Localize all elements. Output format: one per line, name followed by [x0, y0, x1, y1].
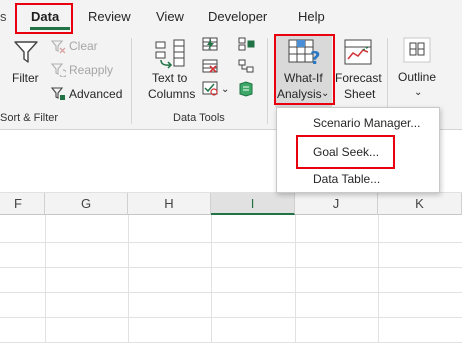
menu-item-data-table[interactable]: Data Table...	[313, 172, 380, 187]
column-header-j[interactable]: J	[295, 193, 378, 215]
column-header-i[interactable]: I	[211, 193, 295, 215]
forecast-sheet-line2[interactable]: Sheet	[344, 87, 375, 102]
filter-icon	[14, 41, 38, 63]
reapply-icon	[50, 63, 66, 77]
column-header-h[interactable]: H	[128, 193, 211, 215]
filter-button[interactable]: Filter	[12, 71, 39, 86]
menu-item-scenario-manager[interactable]: Scenario Manager...	[313, 116, 420, 131]
highlight-what-if-button	[274, 34, 335, 105]
forecast-sheet-line1[interactable]: Forecast	[335, 71, 382, 86]
sort-filter-group-label: Sort & Filter	[0, 112, 59, 124]
group-separator	[131, 38, 132, 124]
reapply-button[interactable]: Reapply	[69, 63, 113, 78]
outline-button[interactable]: Outline	[398, 70, 436, 85]
grid-row-line	[0, 317, 462, 318]
column-header-k[interactable]: K	[378, 193, 462, 215]
tab-view[interactable]: View	[156, 8, 184, 25]
group-separator	[267, 38, 268, 124]
flash-fill-icon	[202, 37, 218, 51]
grid-column-line	[128, 215, 129, 343]
grid-row-line	[0, 242, 462, 243]
text-to-columns-line1[interactable]: Text to	[152, 71, 187, 86]
consolidate-icon	[238, 37, 255, 51]
data-validation-caret[interactable]: ⌄	[221, 82, 229, 97]
grid-column-line	[45, 215, 46, 343]
tab-developer[interactable]: Developer	[208, 8, 267, 25]
forecast-sheet-icon	[344, 39, 372, 65]
advanced-filter-icon	[50, 87, 65, 100]
tab-help[interactable]: Help	[298, 8, 325, 25]
text-to-columns-line2[interactable]: Columns	[148, 87, 195, 102]
grid-column-line	[211, 215, 212, 343]
manage-data-model-icon	[239, 81, 253, 97]
grid-row-line	[0, 267, 462, 268]
column-header-g[interactable]: G	[45, 193, 128, 215]
outline-icon	[403, 37, 431, 63]
grid-column-line	[295, 215, 296, 343]
advanced-button[interactable]: Advanced	[69, 87, 122, 102]
clear-filter-icon	[50, 40, 66, 54]
tab-review[interactable]: Review	[88, 8, 131, 25]
column-header-row: F G H I J K	[0, 193, 462, 215]
grid-column-line	[378, 215, 379, 343]
data-validation-icon	[202, 81, 218, 96]
highlight-data-tab	[15, 3, 73, 34]
remove-duplicates-icon	[202, 59, 218, 73]
grid-row-line	[0, 292, 462, 293]
tab-partial[interactable]: s	[0, 8, 7, 25]
relationships-icon	[238, 59, 254, 73]
text-to-columns-icon	[155, 39, 185, 69]
clear-button[interactable]: Clear	[69, 39, 98, 54]
data-tools-group-label: Data Tools	[173, 112, 225, 124]
column-header-f[interactable]: F	[0, 193, 45, 215]
highlight-goal-seek	[296, 135, 395, 169]
outline-caret[interactable]: ⌄	[414, 85, 422, 100]
